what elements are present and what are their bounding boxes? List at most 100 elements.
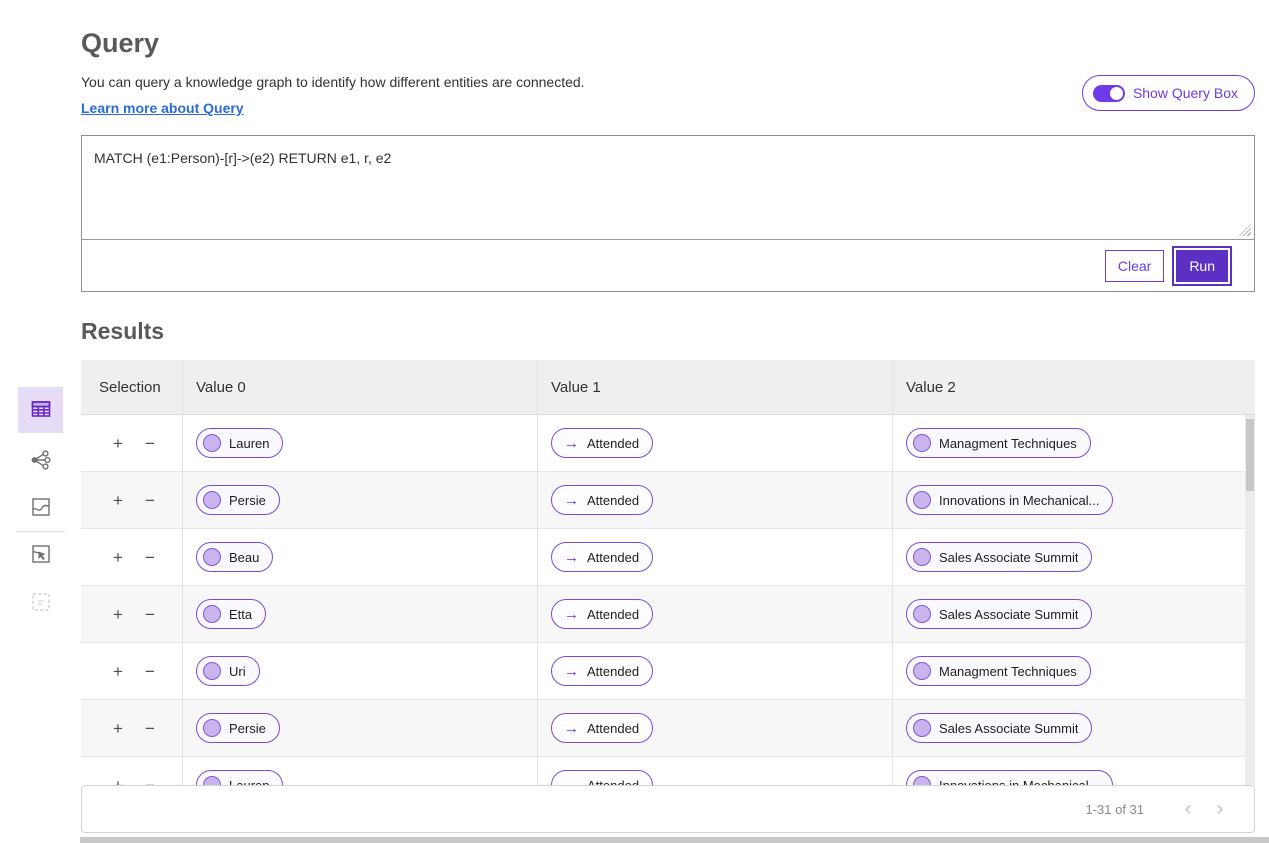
- entity-pill[interactable]: Lauren: [196, 770, 284, 785]
- run-button[interactable]: Run: [1176, 249, 1228, 282]
- results-title: Results: [81, 318, 165, 344]
- link-chart-view-button[interactable]: [18, 438, 63, 484]
- add-to-selection-button[interactable]: +: [113, 663, 123, 680]
- arrow-right-icon: →: [564, 776, 579, 786]
- entity-pill[interactable]: Etta: [196, 599, 267, 629]
- chevron-right-icon[interactable]: ›: [1204, 799, 1236, 819]
- entity-pill[interactable]: Innovations in Mechanical...: [906, 770, 1114, 785]
- entity-dot-icon: [913, 434, 931, 452]
- relationship-pill[interactable]: → Attended: [551, 542, 654, 572]
- entity-dot-icon: [913, 491, 931, 509]
- table-scrollbar-thumb[interactable]: [1246, 419, 1254, 491]
- entity-dot-icon: [203, 662, 221, 680]
- relationship-pill[interactable]: → Attended: [551, 599, 654, 629]
- entity-pill[interactable]: Sales Associate Summit: [906, 713, 1093, 743]
- table-row: + − Beau → Attended Sales Associate Summi…: [81, 529, 1255, 586]
- entity-dot-icon: [913, 662, 931, 680]
- map-icon: [29, 495, 53, 522]
- entity-dot-icon: [203, 719, 221, 737]
- table-view-button[interactable]: [18, 387, 63, 433]
- chevron-left-icon[interactable]: ‹: [1172, 799, 1204, 819]
- entity-dot-icon: [913, 719, 931, 737]
- table-scrollbar[interactable]: [1245, 415, 1255, 785]
- entity-dot-icon: [203, 605, 221, 623]
- entity-dot-icon: [203, 776, 221, 785]
- learn-more-link[interactable]: Learn more about Query: [81, 100, 244, 116]
- remove-from-selection-button[interactable]: −: [145, 435, 155, 452]
- remove-from-selection-button[interactable]: −: [145, 720, 155, 737]
- relationship-pill[interactable]: → Attended: [551, 485, 654, 515]
- entity-dot-icon: [203, 434, 221, 452]
- entity-pill[interactable]: Managment Techniques: [906, 656, 1091, 686]
- table-body: + − Lauren → Attended Managment Technique…: [81, 415, 1255, 785]
- entity-pill[interactable]: Uri: [196, 656, 260, 686]
- page-title: Query: [81, 28, 160, 58]
- column-header-value2: Value 2: [892, 360, 1246, 414]
- add-to-selection-button[interactable]: +: [113, 720, 123, 737]
- clear-button[interactable]: Clear: [1104, 249, 1165, 282]
- entity-pill[interactable]: Beau: [196, 542, 274, 572]
- add-to-selection-button[interactable]: +: [113, 777, 123, 786]
- arrow-right-icon: →: [564, 719, 579, 737]
- add-to-map-button[interactable]: [18, 532, 63, 578]
- table-header-row: Selection Value 0 Value 1 Value 2: [81, 360, 1255, 415]
- entity-pill[interactable]: Lauren: [196, 428, 284, 458]
- query-footer: Clear Run: [82, 240, 1254, 291]
- remove-from-selection-button[interactable]: −: [145, 663, 155, 680]
- arrow-right-icon: →: [564, 491, 579, 509]
- page-bottom-strip: [80, 837, 1269, 843]
- relationship-pill[interactable]: → Attended: [551, 770, 654, 786]
- add-to-selection-button[interactable]: +: [113, 492, 123, 509]
- add-to-selection-button[interactable]: +: [113, 435, 123, 452]
- entity-pill[interactable]: Innovations in Mechanical...: [906, 485, 1114, 515]
- entity-dot-icon: [203, 548, 221, 566]
- arrow-right-icon: →: [564, 605, 579, 623]
- map-view-button[interactable]: [18, 485, 63, 531]
- toggle-switch-icon: [1092, 84, 1125, 102]
- table-row: + − Persie → Attended Sales Associate Sum…: [81, 700, 1255, 757]
- query-textarea-wrap: MATCH (e1:Person)-[r]->(e2) RETURN e1, r…: [82, 136, 1254, 240]
- query-box: MATCH (e1:Person)-[r]->(e2) RETURN e1, r…: [81, 135, 1255, 292]
- arrow-right-icon: →: [564, 548, 579, 566]
- entity-dot-icon: [203, 491, 221, 509]
- show-query-box-toggle[interactable]: Show Query Box: [1081, 75, 1255, 111]
- entity-pill[interactable]: Persie: [196, 485, 280, 515]
- remove-from-selection-button[interactable]: −: [145, 492, 155, 509]
- add-to-map-icon: [29, 542, 53, 569]
- view-switcher-rail: [0, 0, 80, 843]
- selection-tool-icon: [29, 590, 53, 617]
- pagination-bar: 1-31 of 31 ‹ ›: [81, 785, 1255, 833]
- selection-tool-button: [18, 580, 63, 626]
- toggle-knob: [1109, 86, 1123, 100]
- page-description: You can query a knowledge graph to ident…: [81, 74, 585, 90]
- entity-pill[interactable]: Sales Associate Summit: [906, 542, 1093, 572]
- table-row: + − Etta → Attended Sales Associate Summi…: [81, 586, 1255, 643]
- relationship-pill[interactable]: → Attended: [551, 656, 654, 686]
- column-header-selection: Selection: [99, 378, 161, 396]
- query-input[interactable]: MATCH (e1:Person)-[r]->(e2) RETURN e1, r…: [82, 136, 1254, 239]
- entity-pill[interactable]: Sales Associate Summit: [906, 599, 1093, 629]
- remove-from-selection-button[interactable]: −: [145, 606, 155, 623]
- link-chart-icon: [29, 448, 53, 475]
- relationship-pill[interactable]: → Attended: [551, 713, 654, 743]
- table-row: + − Persie → Attended Innovations in Mech…: [81, 472, 1255, 529]
- remove-from-selection-button[interactable]: −: [145, 777, 155, 786]
- entity-dot-icon: [913, 548, 931, 566]
- entity-dot-icon: [913, 605, 931, 623]
- add-to-selection-button[interactable]: +: [113, 549, 123, 566]
- table-row: + − Lauren → Attended Innovations in Mech…: [81, 757, 1255, 785]
- entity-dot-icon: [913, 776, 931, 785]
- column-header-value0: Value 0: [182, 360, 537, 414]
- relationship-pill[interactable]: → Attended: [551, 428, 654, 458]
- table-row: + − Uri → Attended Managment Techniques: [81, 643, 1255, 700]
- column-header-value1: Value 1: [537, 360, 892, 414]
- results-table: Selection Value 0 Value 1 Value 2 + − La…: [81, 360, 1255, 785]
- remove-from-selection-button[interactable]: −: [145, 549, 155, 566]
- entity-pill[interactable]: Persie: [196, 713, 280, 743]
- pagination-range: 1-31 of 31: [1085, 801, 1144, 817]
- table-icon: [29, 397, 53, 424]
- toggle-label: Show Query Box: [1132, 85, 1238, 101]
- add-to-selection-button[interactable]: +: [113, 606, 123, 623]
- arrow-right-icon: →: [564, 434, 579, 452]
- entity-pill[interactable]: Managment Techniques: [906, 428, 1091, 458]
